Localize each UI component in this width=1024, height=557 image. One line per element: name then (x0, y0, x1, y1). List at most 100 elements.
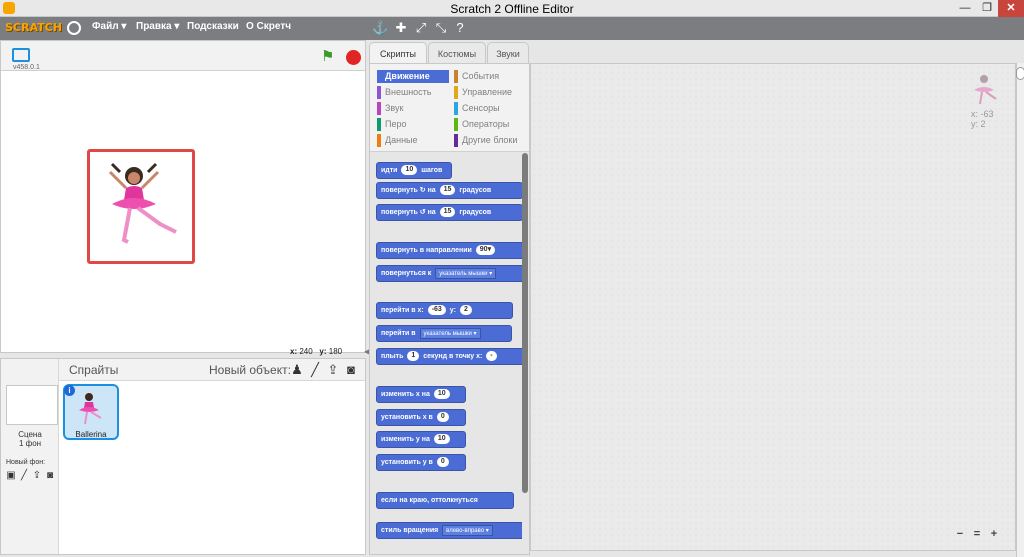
sprite-upload-icon[interactable]: ⇪ (325, 361, 341, 379)
fullscreen-icon[interactable] (12, 48, 30, 62)
minimize-button[interactable]: — (955, 0, 975, 17)
block-dropdown[interactable]: указатель мышки ▾ (435, 267, 497, 279)
block-input[interactable]: 0 (436, 457, 449, 468)
block-text: секунд в точку x: (423, 353, 483, 360)
stage-sprite-ballerina[interactable] (87, 149, 195, 264)
motion-block[interactable]: изменить х на 10 (376, 386, 466, 403)
block-input[interactable]: 15 (439, 207, 456, 218)
motion-block[interactable]: изменить у на 10 (376, 431, 466, 448)
block-text: плыть (381, 353, 404, 360)
sprites-header: Спрайты Новый объект: ♟ ╱ ⇪ ◙ (59, 359, 365, 381)
stop-icon[interactable] (346, 50, 361, 65)
category-control[interactable]: Управление (454, 86, 526, 99)
category-data[interactable]: Данные (377, 134, 449, 147)
category-looks[interactable]: Внешность (377, 86, 449, 99)
delete-icon[interactable]: ✚ (393, 20, 409, 36)
block-text: установить х в (381, 414, 433, 421)
help-icon[interactable]: ? (452, 20, 468, 36)
language-globe-icon[interactable] (67, 21, 81, 35)
backdrop-upload-icon[interactable]: ⇪ (31, 470, 43, 482)
motion-block[interactable]: установить у в 0 (376, 454, 466, 471)
sprite-paint-icon[interactable]: ╱ (307, 361, 323, 379)
block-input[interactable]: 2 (459, 305, 472, 316)
block-input[interactable]: 10 (433, 434, 450, 445)
block-text: шагов (421, 167, 443, 174)
motion-block[interactable]: стиль вращения влево-вправо ▾ (376, 522, 522, 539)
scripts-area[interactable] (530, 63, 1016, 551)
green-flag-icon[interactable]: ⚑ (321, 49, 337, 65)
new-object-label: Новый объект: (209, 363, 291, 377)
block-text: перейти в (381, 330, 416, 337)
motion-block[interactable]: повернуть ↺ на 15 градусов (376, 204, 522, 221)
menu-about[interactable]: О Скретч (246, 21, 291, 32)
block-dropdown[interactable]: указатель мышки ▾ (419, 327, 481, 339)
category-motion[interactable]: Движение (377, 70, 449, 83)
motion-block[interactable]: повернуться к указатель мышки ▾ (376, 265, 522, 282)
menu-tips[interactable]: Подсказки (187, 21, 239, 32)
tab-sounds[interactable]: Звуки (487, 42, 529, 64)
maximize-button[interactable]: ❐ (976, 0, 998, 17)
new-backdrop-label: Новый фон: (6, 459, 46, 466)
block-input[interactable]: -63 (427, 305, 446, 316)
zoom-out-icon[interactable]: − (953, 527, 967, 541)
zoom-in-icon[interactable]: + (987, 527, 1001, 541)
stage-toolbar: v458.0.1 ⚑ (1, 41, 365, 71)
block-text: идти (381, 167, 398, 174)
category-sensing[interactable]: Сенсоры (454, 102, 526, 115)
block-input[interactable]: 90▾ (475, 245, 496, 256)
menu-file[interactable]: Файл ▾ (92, 21, 126, 32)
motion-block[interactable]: идти 10 шагов (376, 162, 452, 179)
tab-scripts[interactable]: Скрипты (369, 42, 427, 64)
block-input[interactable]: - (486, 351, 497, 362)
category-list: Движение Внешность Звук Перо Данные Собы… (370, 64, 529, 152)
search-icon[interactable] (1016, 67, 1024, 80)
motion-block[interactable]: плыть 1 секунд в точку x: - (376, 348, 522, 365)
motion-block[interactable]: установить х в 0 (376, 409, 466, 426)
scratch-logo[interactable]: SCRATCH (5, 19, 62, 37)
window-title: Scratch 2 Offline Editor (450, 2, 574, 16)
motion-block[interactable]: если на краю, оттолкнуться (376, 492, 514, 509)
palette-scrollbar[interactable] (522, 153, 528, 493)
block-text: изменить у на (381, 436, 430, 443)
scene-thumbnail[interactable] (6, 385, 58, 425)
block-input[interactable]: 10 (433, 389, 450, 400)
category-pen[interactable]: Перо (377, 118, 449, 131)
ballerina-ghost-icon (974, 75, 997, 105)
zoom-controls: − = + (953, 527, 1003, 541)
backdrop-library-icon[interactable]: ▣ (5, 470, 17, 482)
category-sound[interactable]: Звук (377, 102, 449, 115)
block-input[interactable]: 15 (439, 185, 456, 196)
category-events[interactable]: События (454, 70, 526, 83)
duplicate-icon[interactable]: ⚓ (372, 20, 388, 36)
motion-block[interactable]: перейти в указатель мышки ▾ (376, 325, 512, 342)
block-input[interactable]: 10 (401, 165, 418, 176)
zoom-reset-icon[interactable]: = (970, 527, 984, 541)
block-text: если на краю, оттолкнуться (381, 497, 478, 504)
block-palette: Движение Внешность Звук Перо Данные Собы… (369, 63, 530, 555)
close-button[interactable]: ✕ (998, 0, 1024, 17)
backdrop-paint-icon[interactable]: ╱ (18, 470, 30, 482)
grow-icon[interactable]: ⤢ (413, 20, 429, 36)
menu-edit[interactable]: Правка ▾ (136, 21, 179, 32)
shrink-icon[interactable]: ⤡ (433, 20, 449, 36)
category-operators[interactable]: Операторы (454, 118, 526, 131)
sprite-library-icon[interactable]: ♟ (289, 361, 305, 379)
menubar: SCRATCH Файл ▾ Правка ▾ Подсказки О Скре… (0, 17, 1024, 40)
category-more-blocks[interactable]: Другие блоки (454, 134, 526, 147)
block-dropdown[interactable]: влево-вправо ▾ (442, 524, 493, 536)
backdrop-camera-icon[interactable]: ◙ (44, 470, 56, 482)
sprite-camera-icon[interactable]: ◙ (343, 361, 359, 379)
motion-block[interactable]: повернуть ↻ на 15 градусов (376, 182, 522, 199)
block-text: повернуть ↺ на (381, 209, 436, 216)
block-input[interactable]: 0 (436, 412, 449, 423)
motion-block[interactable]: повернуть в направлении 90▾ (376, 242, 522, 259)
block-text: градусов (459, 209, 492, 216)
tab-costumes[interactable]: Костюмы (428, 42, 486, 64)
motion-block[interactable]: перейти в x: -63 y: 2 (376, 302, 513, 319)
sprite-name: Ballerina (75, 430, 107, 439)
block-text: перейти в x: (381, 307, 424, 314)
block-input[interactable]: 1 (407, 351, 420, 362)
scripts-top-strip (530, 40, 1024, 64)
sprite-card-ballerina[interactable]: i Ballerina (63, 384, 119, 440)
stage-panel: v458.0.1 ⚑ (0, 40, 366, 353)
